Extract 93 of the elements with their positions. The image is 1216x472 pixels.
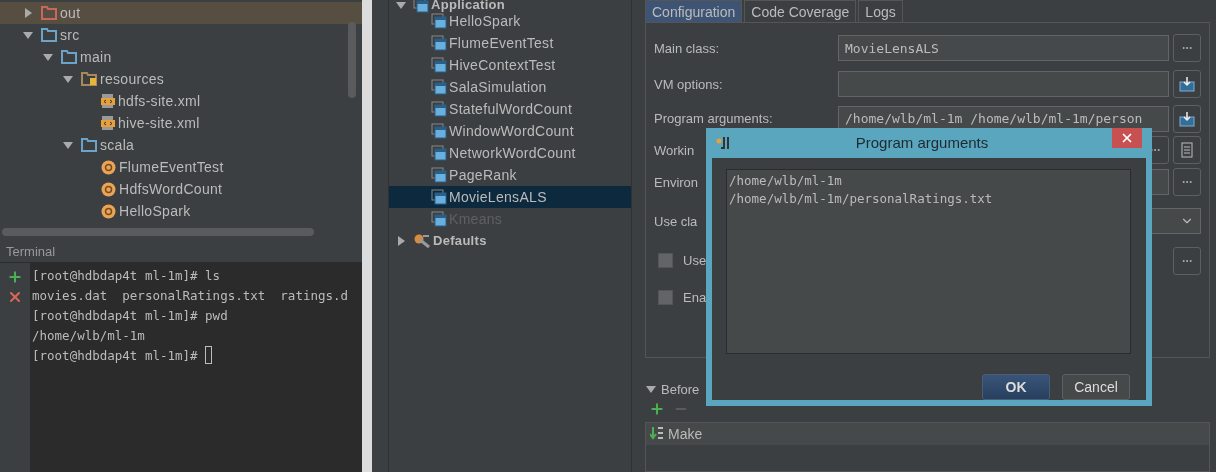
tree-item[interactable]: main — [0, 46, 362, 68]
checkbox-label: Use — [683, 253, 707, 268]
checkbox[interactable] — [658, 253, 673, 268]
expand-icon — [1179, 110, 1195, 127]
document-icon — [1181, 142, 1193, 158]
window-icon — [431, 167, 447, 183]
collapsed-arrow-icon[interactable] — [22, 7, 34, 19]
tab[interactable]: Configuration — [645, 0, 743, 22]
close-button[interactable] — [1112, 128, 1142, 148]
collapsed-arrow-icon[interactable] — [395, 235, 407, 247]
icon-button[interactable] — [1173, 136, 1201, 164]
window-icon — [431, 79, 447, 95]
window-icon — [431, 101, 447, 117]
close-icon — [1120, 131, 1134, 145]
expanded-arrow-icon[interactable] — [62, 73, 74, 85]
window-icon — [431, 35, 447, 51]
run-config-item[interactable]: NetworkWordCount — [389, 142, 631, 164]
scrollbar-thumb[interactable] — [2, 228, 314, 236]
run-config-item[interactable]: HiveContextTest — [389, 54, 631, 76]
expand-icon — [1179, 76, 1195, 92]
window-icon — [431, 57, 447, 73]
tree-item[interactable]: HelloSpark — [0, 200, 362, 222]
expanded-arrow-icon[interactable] — [62, 139, 74, 151]
object-icon — [101, 181, 116, 197]
tree-item[interactable]: out — [0, 2, 362, 24]
terminal-line: movies.dat personalRatings.txt ratings.d — [32, 287, 349, 303]
close-icon[interactable] — [7, 289, 23, 305]
checkbox[interactable] — [658, 290, 673, 305]
expanded-arrow-icon[interactable] — [645, 383, 657, 395]
xml-file-icon — [101, 93, 115, 109]
field-label: Environ — [654, 174, 699, 190]
task-item[interactable]: Make — [646, 423, 1209, 445]
input-field[interactable]: /home/wlb/ml-1m /home/wlb/ml-1m/person — [838, 105, 1169, 132]
app-icon — [716, 135, 732, 150]
window-icon — [431, 211, 447, 227]
tree-item[interactable]: src — [0, 24, 362, 46]
add-icon[interactable] — [649, 401, 665, 417]
folder-icon — [61, 50, 77, 64]
terminal-line: [root@hdbdap4t ml-1m]# ls — [32, 267, 221, 283]
terminal-line: [root@hdbdap4t ml-1m]# pwd — [32, 307, 228, 323]
icon-button[interactable] — [1173, 70, 1201, 98]
tree-item[interactable]: hdfs-site.xml — [0, 90, 362, 112]
resource-folder-icon — [81, 72, 97, 86]
checkbox-label: Ena — [683, 290, 707, 305]
field-label: Use cla — [654, 213, 698, 229]
window-icon — [431, 123, 447, 139]
folder-icon — [41, 28, 57, 42]
build-icon — [650, 427, 664, 441]
object-icon — [101, 159, 116, 175]
folder-icon — [81, 138, 97, 152]
terminal-line: /home/wlb/ml-1m — [32, 327, 145, 343]
run-config-item[interactable]: Defaults — [389, 230, 631, 252]
object-icon — [101, 203, 116, 219]
run-config-item[interactable]: FlumeEventTest — [389, 32, 631, 54]
tree-item[interactable]: scala — [0, 134, 362, 156]
tab[interactable]: Logs — [858, 0, 903, 22]
window-icon — [431, 189, 447, 205]
panel-title: Terminal — [0, 240, 362, 263]
expanded-arrow-icon[interactable] — [22, 29, 34, 41]
field-label: VM options: — [654, 76, 723, 92]
tree-item[interactable]: HdfsWordCount — [0, 178, 362, 200]
folder-icon — [41, 6, 57, 20]
input-field[interactable]: MovieLensALS — [838, 35, 1169, 61]
ok-button[interactable]: OK — [982, 374, 1050, 400]
icon-button[interactable] — [1173, 104, 1201, 133]
tree-item[interactable]: FlumeEventTest — [0, 156, 362, 178]
run-config-item[interactable]: PageRank — [389, 164, 631, 186]
section-label: Before — [661, 381, 700, 397]
tree-item[interactable]: resources — [0, 68, 362, 90]
dialog-title: Program arguments — [854, 134, 990, 152]
input-field[interactable] — [838, 71, 1169, 97]
terminal-line: [root@hdbdap4t ml-1m]# — [32, 347, 199, 363]
xml-file-icon — [101, 115, 115, 131]
expanded-arrow-icon[interactable] — [395, 0, 407, 11]
cancel-button[interactable]: Cancel — [1062, 374, 1130, 400]
run-config-item[interactable]: SalaSimulation — [389, 76, 631, 98]
run-config-item[interactable]: Application — [389, 0, 631, 10]
run-config-item[interactable]: WindowWordCount — [389, 120, 631, 142]
window-icon — [431, 13, 447, 29]
window-icon — [431, 145, 447, 161]
run-config-item[interactable]: StatefulWordCount — [389, 98, 631, 120]
expanded-arrow-icon[interactable] — [42, 51, 54, 63]
field-label: Main class: — [654, 40, 720, 56]
field-label: Workin — [654, 142, 695, 158]
text-area[interactable]: /home/wlb/ml-1m /home/wlb/ml-1m/personalRatings.txt — [726, 168, 1131, 354]
field-label: Program arguments: — [654, 111, 773, 126]
add-icon[interactable] — [7, 269, 23, 285]
scrollbar-thumb[interactable] — [348, 22, 356, 98]
window-icon — [413, 0, 429, 13]
tree-item[interactable]: hive-site.xml — [0, 112, 362, 134]
wrench-icon — [413, 233, 431, 249]
run-config-item[interactable]: MovieLensALS — [389, 186, 631, 208]
tab[interactable]: Code Coverage — [744, 0, 857, 22]
